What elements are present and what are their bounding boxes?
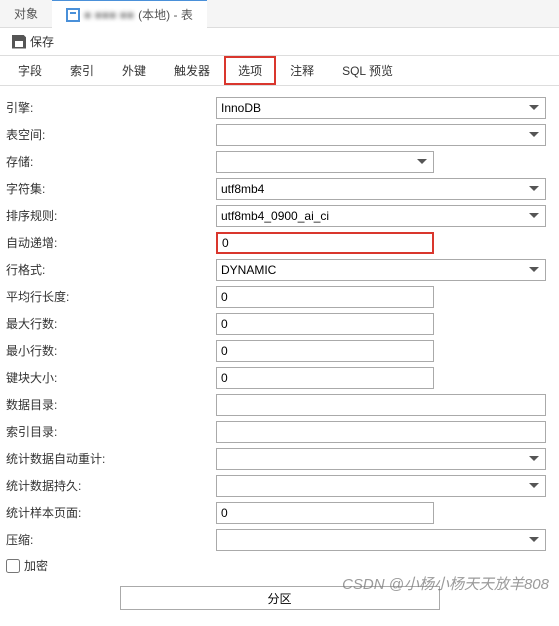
collation-select[interactable]: utf8mb4_0900_ai_ci [216, 205, 546, 227]
tab-active-table[interactable]: ■ ■■■ ■■ (本地) - 表 [52, 0, 207, 28]
form-area: 引擎:InnoDB 表空间: 存储: 字符集:utf8mb4 排序规则:utf8… [0, 86, 559, 626]
tab-foreign-keys[interactable]: 外键 [108, 56, 160, 85]
index-directory-input[interactable] [216, 421, 546, 443]
tab-fields[interactable]: 字段 [4, 56, 56, 85]
tab-active-label: (本地) - 表 [138, 6, 193, 23]
label-stats-persistent: 统计数据持久: [6, 477, 216, 494]
blurred-text: ■ ■■■ ■■ [84, 8, 134, 22]
label-collation: 排序规则: [6, 207, 216, 224]
avg-row-length-input[interactable] [216, 286, 434, 308]
data-directory-input[interactable] [216, 394, 546, 416]
tab-objects[interactable]: 对象 [0, 0, 52, 27]
label-avg-row-length: 平均行长度: [6, 288, 216, 305]
save-icon [12, 35, 26, 49]
key-block-size-input[interactable] [216, 367, 434, 389]
storage-select[interactable] [216, 151, 434, 173]
tablespace-select[interactable] [216, 124, 546, 146]
stats-auto-recalc-select[interactable] [216, 448, 546, 470]
label-auto-increment: 自动递增: [6, 234, 216, 251]
label-encryption: 加密 [24, 557, 48, 574]
label-row-format: 行格式: [6, 261, 216, 278]
label-min-rows: 最小行数: [6, 342, 216, 359]
auto-increment-input[interactable] [216, 232, 434, 254]
tab-comments[interactable]: 注释 [276, 56, 328, 85]
max-rows-input[interactable] [216, 313, 434, 335]
label-stats-auto-recalc: 统计数据自动重计: [6, 450, 216, 467]
label-key-block-size: 键块大小: [6, 369, 216, 386]
label-engine: 引擎: [6, 99, 216, 116]
charset-select[interactable]: utf8mb4 [216, 178, 546, 200]
tab-sql-preview[interactable]: SQL 预览 [328, 56, 407, 85]
row-format-select[interactable]: DYNAMIC [216, 259, 546, 281]
tab-indexes[interactable]: 索引 [56, 56, 108, 85]
label-index-directory: 索引目录: [6, 423, 216, 440]
partition-button[interactable]: 分区 [120, 586, 440, 610]
label-tablespace: 表空间: [6, 126, 216, 143]
save-label: 保存 [30, 33, 54, 50]
label-charset: 字符集: [6, 180, 216, 197]
stats-sample-pages-input[interactable] [216, 502, 434, 524]
label-stats-sample-pages: 统计样本页面: [6, 504, 216, 521]
toolbar: 保存 [0, 28, 559, 56]
stats-persistent-select[interactable] [216, 475, 546, 497]
compression-select[interactable] [216, 529, 546, 551]
save-button[interactable]: 保存 [6, 31, 60, 52]
label-storage: 存储: [6, 153, 216, 170]
min-rows-input[interactable] [216, 340, 434, 362]
engine-select[interactable]: InnoDB [216, 97, 546, 119]
top-tabs: 对象 ■ ■■■ ■■ (本地) - 表 [0, 0, 559, 28]
tab-triggers[interactable]: 触发器 [160, 56, 224, 85]
label-compression: 压缩: [6, 531, 216, 548]
label-max-rows: 最大行数: [6, 315, 216, 332]
tab-options[interactable]: 选项 [224, 56, 276, 85]
encryption-checkbox[interactable] [6, 559, 20, 573]
table-icon [66, 8, 80, 22]
sub-tabs: 字段 索引 外键 触发器 选项 注释 SQL 预览 [0, 56, 559, 86]
label-data-directory: 数据目录: [6, 396, 216, 413]
